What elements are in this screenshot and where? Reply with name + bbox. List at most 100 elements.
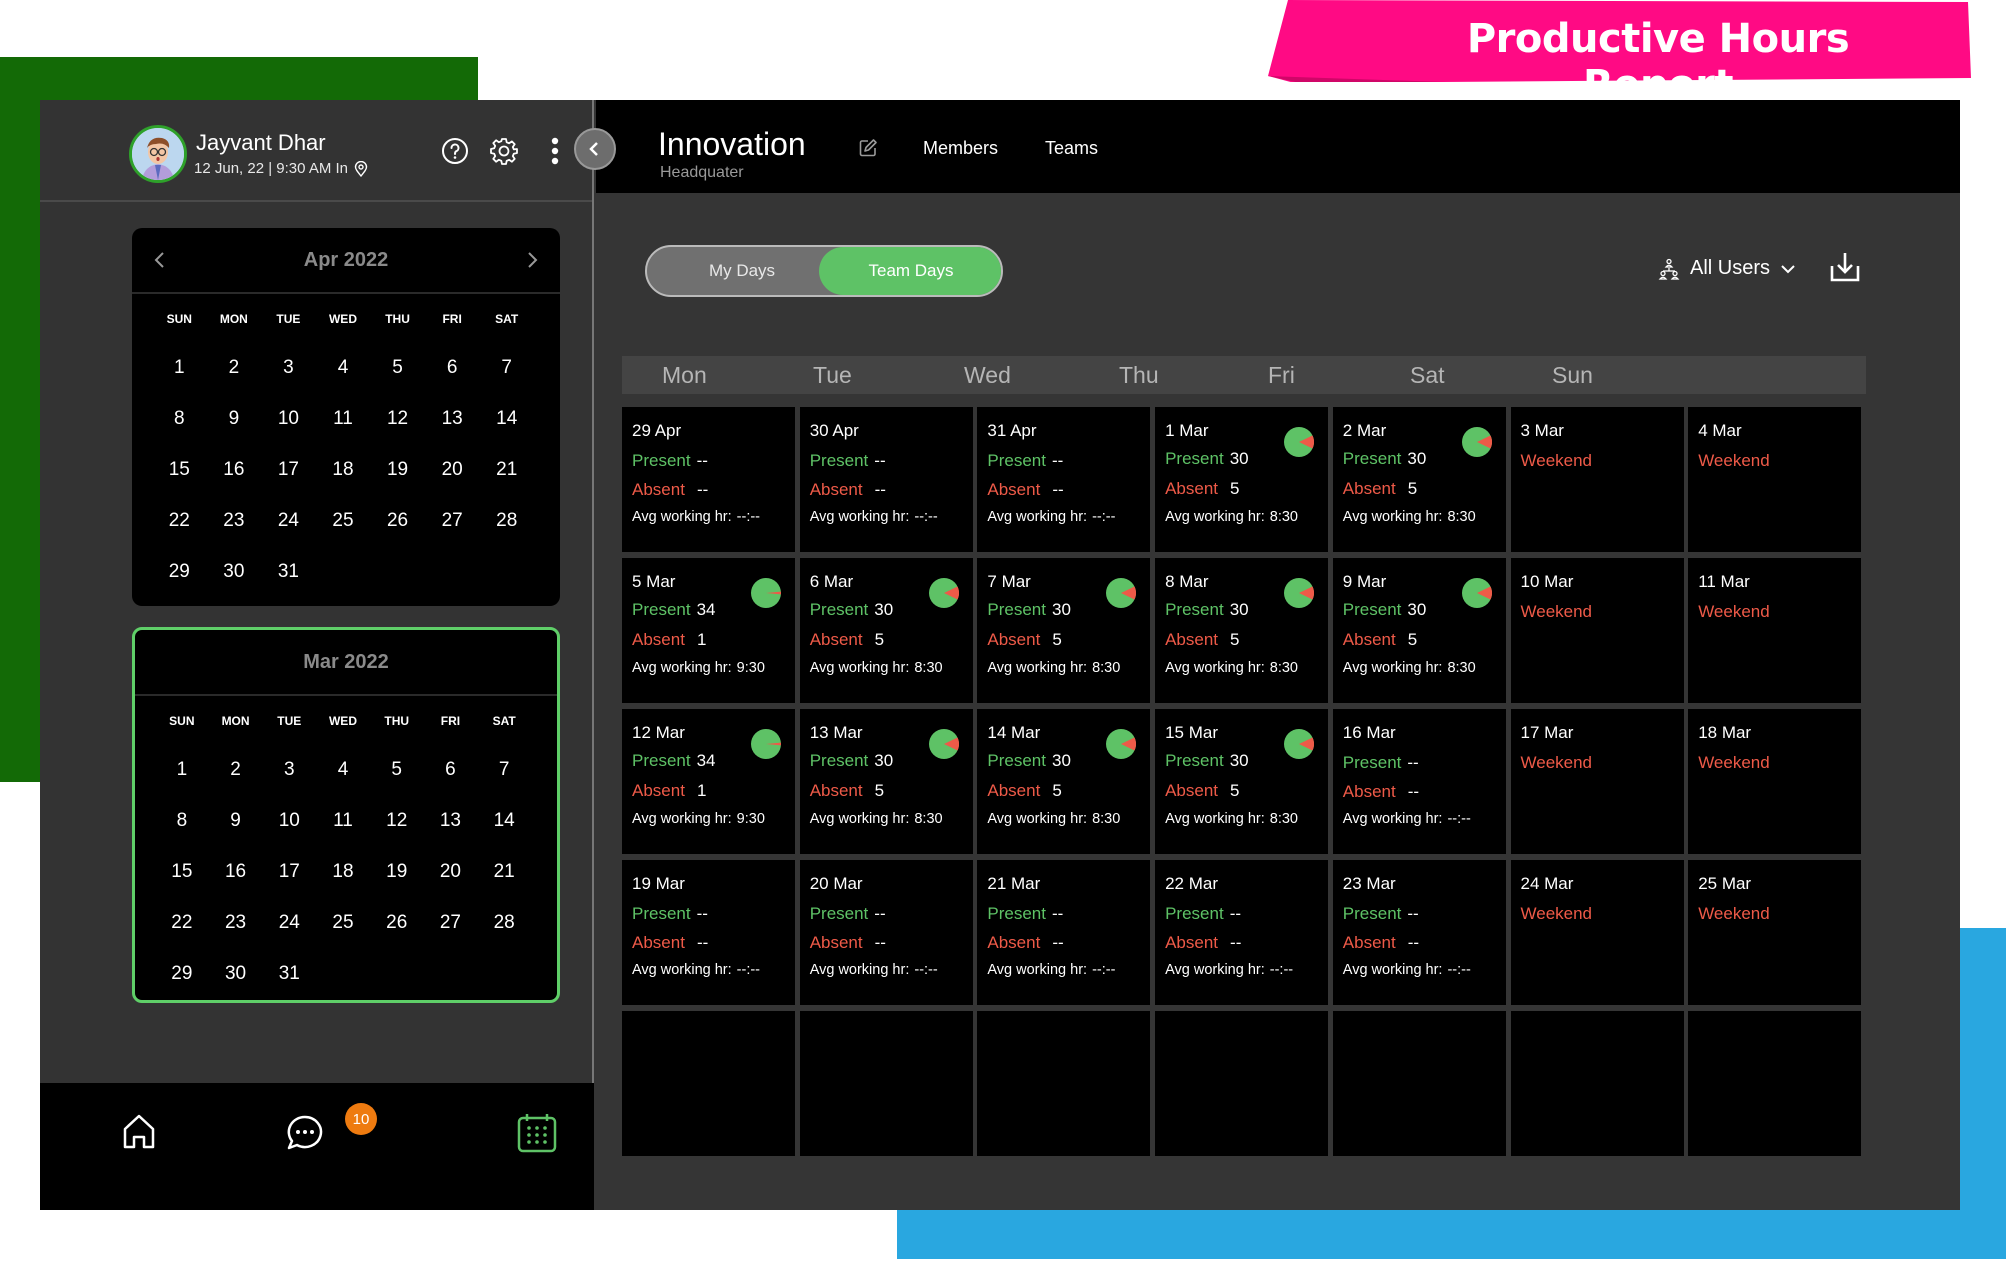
calendar-day[interactable]: 24 [262,897,316,948]
day-cell[interactable]: 6 Mar Present 30 Absent 5 Avg working hr: 8:30 [799,558,973,703]
day-cell[interactable]: 19 Mar Present -- Absent -- Avg working hr: --… [622,860,795,1005]
day-cell[interactable] [1155,1011,1329,1156]
calendar-day[interactable]: 18 [316,444,371,495]
day-cell[interactable]: 18 Mar Weekend [1688,709,1862,854]
day-cell[interactable] [1688,1011,1862,1156]
calendar-day[interactable]: 22 [152,495,207,546]
calendar-day[interactable]: 10 [261,393,316,444]
calendar-day[interactable]: 28 [477,897,531,948]
day-cell[interactable]: 24 Mar Weekend [1510,860,1684,1005]
calendar-day[interactable]: 25 [316,495,371,546]
toggle-my-days[interactable]: My Days [647,247,837,295]
calendar-day[interactable]: 2 [207,342,262,393]
day-cell[interactable]: 22 Mar Present -- Absent -- Avg working hr: --… [1155,860,1329,1005]
calendar-day[interactable]: 28 [479,495,534,546]
day-cell[interactable]: 29 Apr Present -- Absent -- Avg working hr: --… [622,407,795,552]
calendar-day[interactable]: 11 [316,795,370,846]
calendar-day[interactable]: 19 [370,444,425,495]
calendar-day[interactable]: 31 [262,948,316,999]
day-cell[interactable] [799,1011,973,1156]
day-cell[interactable]: 1 Mar Present 30 Absent 5 Avg working hr: 8:30 [1155,407,1329,552]
day-cell[interactable]: 4 Mar Weekend [1688,407,1862,552]
calendar-day[interactable]: 5 [370,342,425,393]
calendar-day[interactable]: 22 [155,897,209,948]
calendar-day[interactable]: 3 [261,342,316,393]
calendar-day[interactable]: 7 [479,342,534,393]
calendar-day[interactable]: 27 [424,897,478,948]
calendar-day[interactable]: 26 [370,495,425,546]
calendar-day[interactable]: 21 [477,846,531,897]
gear-icon[interactable] [489,136,519,166]
day-cell[interactable] [977,1011,1151,1156]
calendar-day[interactable]: 9 [207,393,262,444]
day-cell[interactable]: 5 Mar Present 34 Absent 1 Avg working hr: 9:30 [622,558,795,703]
calendar-day[interactable]: 16 [207,444,262,495]
calendar-day[interactable]: 13 [424,795,478,846]
calendar-day[interactable]: 8 [152,393,207,444]
day-cell[interactable]: 2 Mar Present 30 Absent 5 Avg working hr: 8:30 [1332,407,1506,552]
calendar-day[interactable]: 23 [207,495,262,546]
calendar-day[interactable]: 18 [316,846,370,897]
day-cell[interactable]: 17 Mar Weekend [1510,709,1684,854]
day-cell[interactable]: 31 Apr Present -- Absent -- Avg working hr: --… [977,407,1151,552]
collapse-sidebar-button[interactable] [574,128,616,170]
calendar-day[interactable]: 6 [424,744,478,795]
day-cell[interactable]: 14 Mar Present 30 Absent 5 Avg working hr: 8:3… [977,709,1151,854]
avatar[interactable] [129,125,187,183]
calendar-day[interactable]: 20 [425,444,480,495]
calendar-day[interactable]: 21 [479,444,534,495]
calendar-day[interactable]: 9 [209,795,263,846]
calendar-day[interactable]: 13 [425,393,480,444]
calendar-day[interactable]: 15 [155,846,209,897]
calendar-day[interactable]: 12 [370,393,425,444]
calendar-day[interactable]: 19 [370,846,424,897]
day-cell[interactable]: 12 Mar Present 34 Absent 1 Avg working hr: 9:3… [622,709,795,854]
calendar-day[interactable]: 4 [316,342,371,393]
calendar-day[interactable]: 25 [316,897,370,948]
calendar-day[interactable]: 3 [262,744,316,795]
edit-icon[interactable] [858,138,878,158]
day-cell[interactable]: 7 Mar Present 30 Absent 5 Avg working hr: 8:30 [977,558,1151,703]
calendar-day[interactable]: 4 [316,744,370,795]
calendar-icon[interactable] [515,1111,559,1155]
calendar-day[interactable]: 17 [262,846,316,897]
calendar-day[interactable]: 31 [261,546,316,597]
users-filter-dropdown[interactable]: All Users [1658,257,1796,280]
day-cell[interactable]: 10 Mar Weekend [1510,558,1684,703]
help-icon[interactable] [440,136,470,166]
mini-calendar-mar[interactable]: Mar 2022 SUN MON TUE WED THU FRI SAT 1 2 3 4 5 6 7 8 9 1… [132,627,560,1003]
calendar-day[interactable]: 30 [209,948,263,999]
calendar-day[interactable]: 2 [209,744,263,795]
chevron-left-icon[interactable] [148,248,172,272]
calendar-day[interactable]: 5 [370,744,424,795]
day-cell[interactable]: 30 Apr Present -- Absent -- Avg working hr: --… [799,407,973,552]
calendar-day[interactable]: 1 [155,744,209,795]
day-cell[interactable]: 21 Mar Present -- Absent -- Avg working hr: --… [977,860,1151,1005]
chevron-right-icon[interactable] [520,248,544,272]
calendar-day[interactable]: 24 [261,495,316,546]
nav-link-members[interactable]: Members [923,138,998,159]
calendar-day[interactable]: 8 [155,795,209,846]
calendar-day[interactable]: 10 [262,795,316,846]
calendar-day[interactable]: 30 [207,546,262,597]
calendar-day[interactable]: 11 [316,393,371,444]
toggle-team-days[interactable]: Team Days [819,247,1001,295]
more-vertical-icon[interactable] [540,136,570,166]
calendar-day[interactable]: 14 [477,795,531,846]
day-cell[interactable] [1510,1011,1684,1156]
day-cell[interactable]: 23 Mar Present -- Absent -- Avg working hr: --… [1332,860,1506,1005]
day-cell[interactable]: 3 Mar Weekend [1510,407,1684,552]
calendar-day[interactable]: 20 [424,846,478,897]
nav-link-teams[interactable]: Teams [1045,138,1098,159]
calendar-day[interactable]: 16 [209,846,263,897]
day-cell[interactable]: 16 Mar Present -- Absent -- Avg working hr: --… [1332,709,1506,854]
calendar-day[interactable]: 17 [261,444,316,495]
calendar-day[interactable]: 1 [152,342,207,393]
day-cell[interactable]: 20 Mar Present -- Absent -- Avg working hr: --… [799,860,973,1005]
day-cell[interactable]: 15 Mar Present 30 Absent 5 Avg working hr: 8:3… [1155,709,1329,854]
day-cell[interactable]: 13 Mar Present 30 Absent 5 Avg working hr: 8:3… [799,709,973,854]
calendar-day[interactable]: 12 [370,795,424,846]
calendar-day[interactable]: 7 [477,744,531,795]
calendar-day[interactable]: 6 [425,342,480,393]
day-cell[interactable]: 9 Mar Present 30 Absent 5 Avg working hr: 8:30 [1332,558,1506,703]
